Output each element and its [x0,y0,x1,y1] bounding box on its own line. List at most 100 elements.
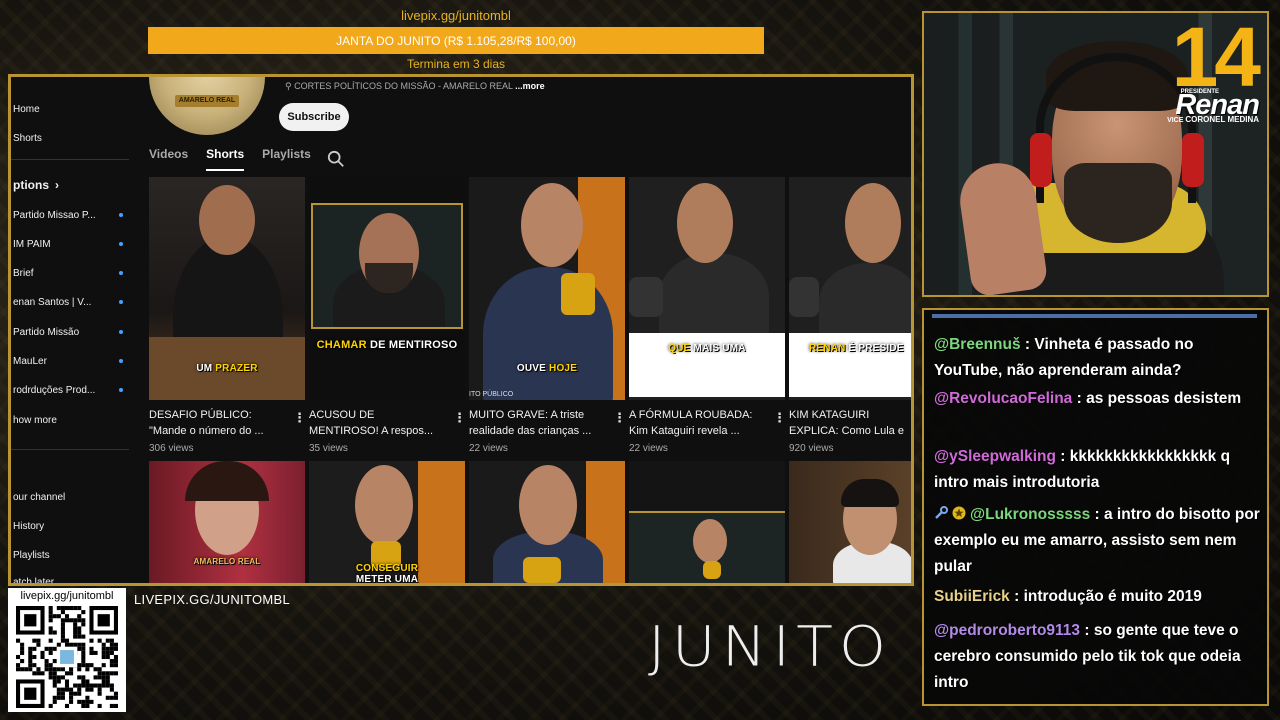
thumbnail-caption: CONSEGUIR METER UMA [355,563,419,583]
new-content-dot [119,213,123,217]
qr-url: livepix.gg/junitombl [20,590,114,602]
chat-text: : as pessoas desistem [1072,390,1242,407]
sidebar-item-label: Brief [13,267,34,279]
more-vert-icon[interactable]: ⋮ [293,411,306,425]
tab-shorts[interactable]: Shorts [206,147,245,171]
short-views: 22 views [629,443,668,454]
sidebar-your-channel[interactable]: our channel [11,487,129,507]
more-vert-icon[interactable]: ⋮ [613,411,626,425]
star-badge-icon [952,503,966,520]
sidebar-subscriptions-header[interactable]: ptions › [11,175,129,195]
sidebar-show-more[interactable]: how more [11,410,129,430]
sidebar-item-label: rodrduções Prod... [13,384,96,396]
thumbnail-caption: UM PRAZER [196,363,258,374]
chat-message: @ySleepwalking : kkkkkkkkkkkkkkkkk q int… [934,444,1260,496]
subscribe-button[interactable]: Subscribe [279,103,349,131]
chat-message: @Lukronosssss : a intro do bisotto por e… [934,502,1260,580]
short-title[interactable]: MUITO GRAVE: A triste realidade das cria… [469,407,603,439]
short-thumbnail[interactable]: OUVE HOJE ITO PÚBLICO [469,177,625,400]
thumbnail-caption: CHAMAR DE MENTIROSO [316,339,458,351]
thumbnail-caption: QUE MAIS UMA [668,343,746,354]
thumbnail-person [659,253,769,343]
short-views: 920 views [789,443,834,454]
sidebar-history[interactable]: History [11,516,129,536]
short-thumbnail[interactable]: QUE MAIS UMA [629,177,785,400]
sidebar-item-home[interactable]: Home [11,99,129,119]
thumbnail-face [521,183,583,267]
microphone [561,273,595,315]
short-thumbnail[interactable] [629,461,785,583]
short-thumbnail[interactable] [469,461,625,583]
short-title[interactable]: KIM KATAGUIRI EXPLICA: Como Lula e [789,407,909,439]
thumbnail-caption: AMARELO REAL [193,557,261,566]
sidebar-sub-4[interactable]: enan Santos | V... [11,292,129,312]
new-content-dot [119,359,123,363]
campaign-logo-number: 14 [1171,11,1261,104]
short-title[interactable]: DESAFIO PÚBLICO: "Mande o número do ... [149,407,283,439]
sidebar-item-label: Partido Missão [13,326,80,338]
new-content-dot [119,300,123,304]
thumbnail-hair [841,479,899,507]
chat-message: @Breennuš : Vinheta é passado no YouTube… [934,332,1260,384]
microphone [789,277,819,317]
new-content-dot [119,330,123,334]
wrench-icon [934,503,948,519]
thumbnail-hair [185,461,269,501]
short-title[interactable]: ACUSOU DE MENTIROSO! A respos... [309,407,443,439]
tab-videos[interactable]: Videos [149,147,188,169]
new-content-dot [119,242,123,246]
more-link[interactable]: ...more [515,81,545,91]
short-thumbnail[interactable]: UM PRAZER [149,177,305,400]
more-vert-icon[interactable]: ⋮ [773,411,786,425]
search-icon[interactable] [327,150,345,168]
sidebar-playlists[interactable]: Playlists [11,545,129,565]
sidebar-sub-7[interactable]: rodrduções Prod... [11,380,129,400]
tab-playlists[interactable]: Playlists [262,147,311,169]
sidebar-item-label: MauLer [13,355,47,367]
thumbnail-face [693,519,727,563]
thumbnail-face [519,465,577,545]
sidebar-sub-5[interactable]: Partido Missão [11,322,129,342]
sidebar-item-label: Playlists [13,549,50,561]
sidebar-item-label: enan Santos | V... [13,296,92,308]
short-thumbnail[interactable]: CHAMAR DE MENTIROSO [309,177,465,400]
chat-username[interactable]: @Breennuš [934,336,1021,353]
more-vert-icon[interactable]: ⋮ [453,411,466,425]
chat-text: : introdução é muito 2019 [1009,588,1202,605]
sidebar-item-label: Home [13,103,40,115]
sidebar-sub-1[interactable]: Partido Missao P... [11,205,129,225]
donation-ends: Termina em 3 dias [406,57,506,71]
short-thumbnail[interactable] [789,461,911,583]
thumbnail-caption: OUVE HOJE [516,363,578,374]
chat-username[interactable]: @pedroroberto9113 [934,622,1080,639]
microphone [629,277,663,317]
sidebar-divider [11,449,129,450]
sidebar-sub-2[interactable]: IM PAIM [11,234,129,254]
short-thumbnail[interactable]: AMARELO REAL [149,461,305,583]
sidebar-sub-6[interactable]: MauLer [11,351,129,371]
sidebar-sub-3[interactable]: Brief [11,263,129,283]
donation-goal-label: JANTA DO JUNITO (R$ 1.105,28/R$ 100,00) [336,33,576,48]
short-thumbnail[interactable]: RENAN É PRESIDE [789,177,911,400]
short-thumbnail[interactable]: CONSEGUIR METER UMA [309,461,465,583]
sidebar-watch-later[interactable]: atch later [11,572,129,584]
thumbnail-caption: RENAN É PRESIDE [809,343,904,354]
sidebar-item-shorts[interactable]: Shorts [11,128,129,148]
channel-description-text: CORTES POLÍTICOS DO MISSÃO - AMARELO REA… [294,81,513,91]
short-views: 35 views [309,443,348,454]
thumbnail-face [677,183,733,263]
channel-description[interactable]: ⚲ CORTES POLÍTICOS DO MISSÃO - AMARELO R… [285,81,545,92]
campaign-logo-vice: VICE CORONEL MEDINA [1167,115,1259,124]
headphone-ear-left [1030,133,1052,187]
chat-username[interactable]: @ySleepwalking [934,448,1056,465]
chat-message: @RevolucaoFelina : as pessoas desistem [934,386,1260,412]
chat-username[interactable]: SubiiErick [934,588,1010,605]
channel-avatar[interactable]: AMARELO REAL [149,77,265,135]
short-views: 22 views [469,443,508,454]
chat-top-line [932,314,1257,318]
short-title[interactable]: A FÓRMULA ROUBADA: Kim Kataguiri revela … [629,407,763,439]
donation-url: livepix.gg/junitombl [401,8,511,23]
chat-username[interactable]: @RevolucaoFelina [934,390,1072,407]
chat-username[interactable]: @Lukronosssss [970,506,1090,523]
thumbnail-face [199,185,255,255]
